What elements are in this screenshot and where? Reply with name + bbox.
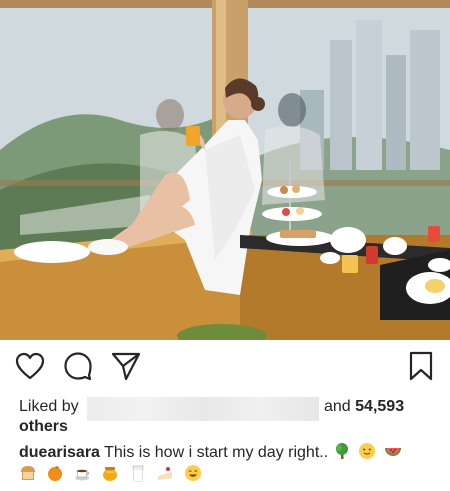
comment-button[interactable] <box>62 350 94 382</box>
tangerine-icon <box>46 464 64 482</box>
tree-icon <box>333 442 351 460</box>
comment-bubble-icon <box>64 352 92 381</box>
paper-plane-icon <box>111 352 141 381</box>
likes-count-text[interactable]: and 54,593 <box>324 397 404 417</box>
honey-pot-icon <box>101 464 119 482</box>
liked-by-label: Liked by <box>19 398 79 415</box>
others-label[interactable]: others <box>19 417 68 437</box>
post-photo-illustration <box>0 0 450 340</box>
hot-beverage-icon <box>74 464 92 482</box>
like-count: 54,593 <box>355 398 405 415</box>
like-button[interactable] <box>14 350 46 382</box>
post-caption: duearisara This is how i start my day ri… <box>19 442 444 482</box>
share-button[interactable] <box>110 350 142 382</box>
smiling-face-icon <box>184 464 202 482</box>
watermelon-icon <box>384 442 402 460</box>
glass-of-milk-icon <box>129 464 147 482</box>
slightly-smiling-face-icon <box>358 442 376 460</box>
post-photo[interactable] <box>0 0 450 340</box>
instagram-post: Liked by and 54,593 others duearisara Th… <box>0 0 450 491</box>
caption-text: This is how i start my day right.. <box>104 444 329 461</box>
bookmark-outline-icon <box>409 351 433 381</box>
redacted-username <box>87 397 319 421</box>
heart-outline-icon <box>15 352 45 380</box>
and-label: and <box>324 398 351 415</box>
caption-emoji-line <box>19 464 207 486</box>
post-actions-bar <box>0 350 450 386</box>
shortcake-icon <box>156 464 174 482</box>
caption-username[interactable]: duearisara <box>19 444 100 461</box>
bread-icon <box>19 464 37 482</box>
save-button[interactable] <box>405 350 437 382</box>
